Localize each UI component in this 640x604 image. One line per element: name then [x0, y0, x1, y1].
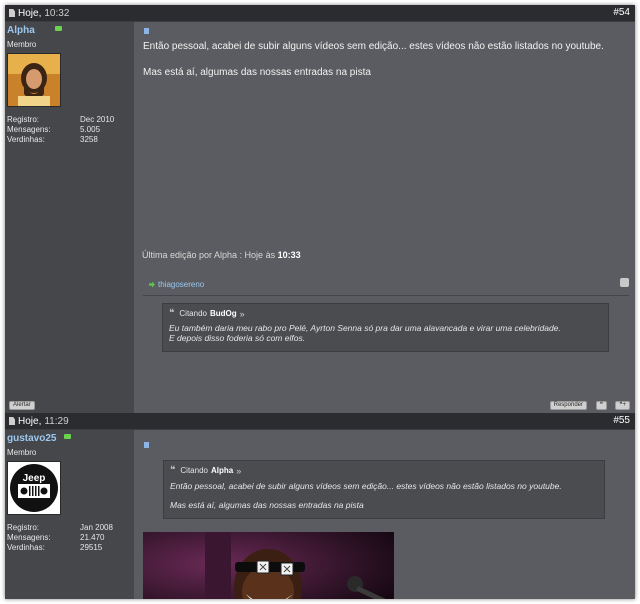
forum-thread: Hoje, 10:32 #54 Alpha Membro Registro: D…	[5, 5, 635, 599]
alert-button[interactable]: Alertar	[9, 401, 35, 410]
thumbs-up-icon[interactable]	[620, 278, 629, 287]
edit-note: Última edição por Alpha : Hoje às 10:33	[142, 250, 301, 260]
post-header: Hoje, 11:29 #55	[5, 413, 635, 430]
quote-icon: ❝	[169, 308, 175, 319]
quote-box: ❝ Citando Alpha » Então pessoal, acabei …	[163, 460, 605, 519]
user-stats: Registro: Dec 2010 Mensagens: 5.005 Verdin…	[7, 115, 115, 144]
post-header: Hoje, 10:32 #54	[5, 5, 635, 22]
thanks-list: thiagosereno	[149, 280, 204, 289]
avatar[interactable]	[7, 53, 61, 107]
username-link[interactable]: Alpha	[7, 25, 35, 36]
view-post-icon[interactable]: »	[240, 309, 245, 319]
post-date: Hoje,	[18, 7, 42, 19]
post-54: Hoje, 10:32 #54 Alpha Membro Registro: D…	[5, 5, 635, 413]
post-55: Hoje, 11:29 #55 gustavo25 Membro Jeep Re…	[5, 413, 635, 599]
user-title: Membro	[7, 40, 37, 49]
post-icon	[144, 28, 149, 34]
user-info: gustavo25 Membro Jeep Registro: Jan 2008…	[5, 430, 134, 599]
embedded-image[interactable]	[143, 532, 394, 599]
online-status-icon	[64, 434, 72, 439]
online-status-icon	[54, 26, 62, 31]
view-post-icon[interactable]: »	[236, 466, 241, 476]
user-title: Membro	[7, 448, 37, 457]
divider	[143, 295, 629, 296]
document-icon	[9, 9, 15, 17]
thanks-user-link[interactable]: thiagosereno	[158, 280, 204, 289]
quote-icon: ❝	[170, 465, 176, 476]
post-content: Então pessoal, acabei de subir alguns ví…	[134, 22, 635, 398]
avatar-logo-text: Jeep	[23, 473, 46, 484]
post-icon	[144, 442, 149, 448]
post-number-link[interactable]: #55	[613, 415, 630, 426]
username-link[interactable]: gustavo25	[7, 433, 56, 444]
user-info: Alpha Membro Registro: Dec 2010 Mensagen…	[5, 22, 134, 398]
quote-author-link[interactable]: BudOg	[210, 309, 237, 318]
multiquote-button[interactable]: ❝+	[615, 401, 630, 410]
document-icon	[9, 417, 15, 425]
post-date: Hoje,	[18, 415, 42, 427]
post-number-link[interactable]: #54	[613, 7, 630, 18]
quote-box: ❝ Citando BudOg » Eu também daria meu ra…	[162, 303, 609, 352]
quote-author-link[interactable]: Alpha	[211, 466, 233, 475]
reply-button[interactable]: Responder	[549, 401, 587, 410]
thanks-arrow-icon	[149, 281, 155, 288]
post-footer: Alertar Responder ❝ ❝+	[5, 398, 635, 413]
post-message: Então pessoal, acabei de subir alguns ví…	[143, 41, 604, 78]
user-stats: Registro: Jan 2008 Mensagens: 21.470 Verdi…	[7, 523, 113, 552]
post-time: 10:32	[44, 7, 70, 19]
quote-button[interactable]: ❝	[595, 401, 607, 410]
post-content: ❝ Citando Alpha » Então pessoal, acabei …	[134, 430, 635, 599]
avatar[interactable]: Jeep	[7, 461, 61, 515]
post-time: 11:29	[44, 415, 69, 427]
